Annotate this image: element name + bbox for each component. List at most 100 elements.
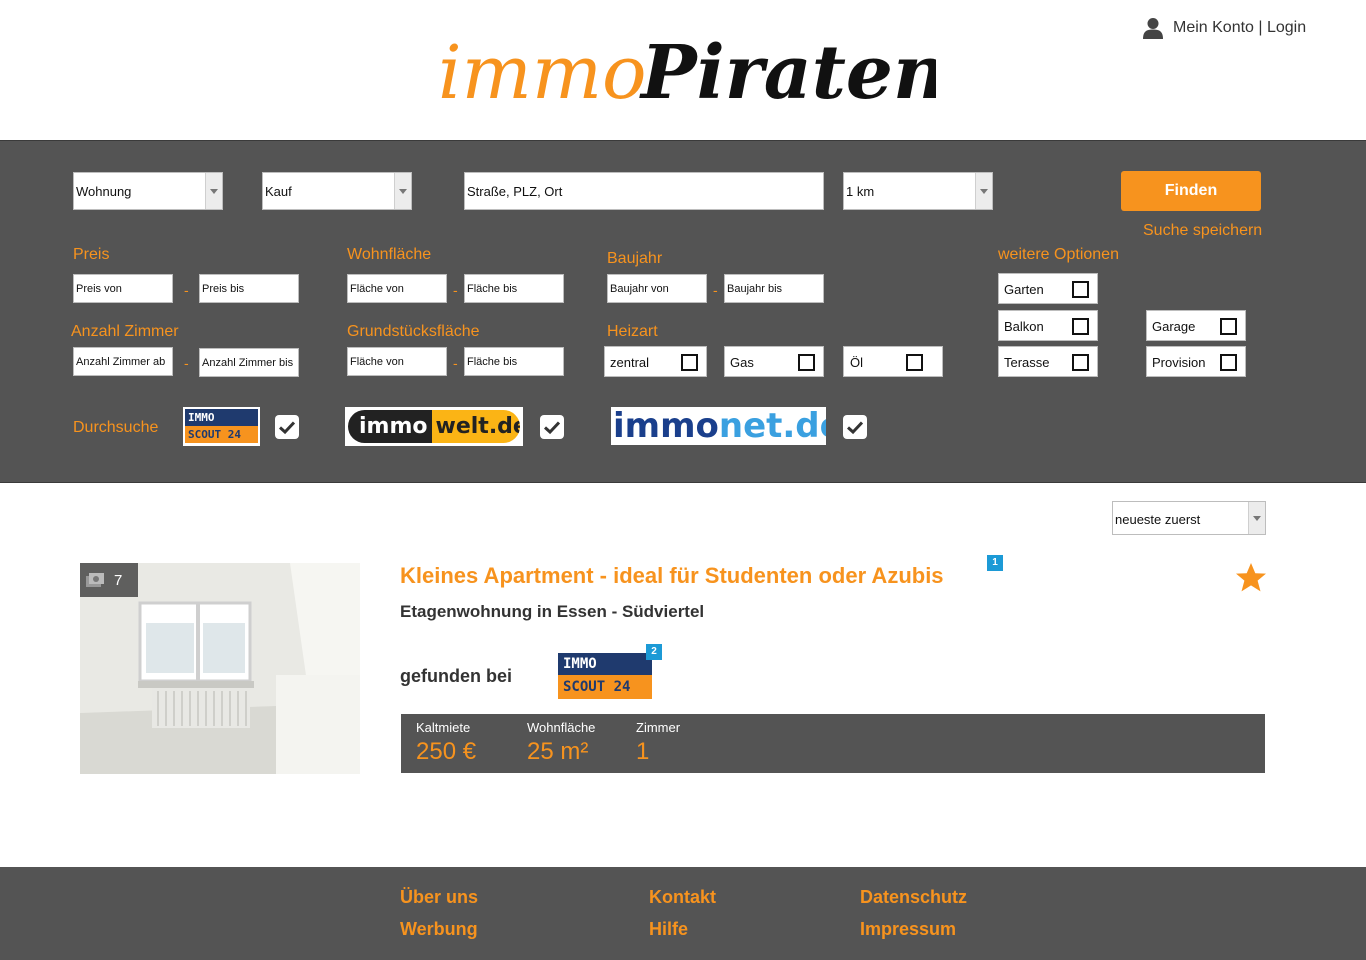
living-area-to-input[interactable]: Fläche bis [464,274,564,303]
build-year-from-input[interactable]: Baujahr von [607,274,707,303]
property-type-select[interactable]: Wohnung [73,172,223,210]
source-logo-top: IMMO [558,653,652,675]
price-to-input[interactable]: Preis bis [199,274,299,303]
location-placeholder: Straße, PLZ, Ort [467,184,563,199]
option-label: Terasse [1004,355,1050,370]
immopiraten-logo[interactable]: immo Piraten [436,22,936,122]
photo-count-badge: 7 [80,563,138,597]
immoscout24-logo: IMMO SCOUT 24 [183,407,260,446]
footer-link-imprint[interactable]: Impressum [860,919,956,940]
checkbox[interactable] [1072,354,1089,371]
price-from-input[interactable]: Preis von [73,274,173,303]
svg-text:Piraten: Piraten [639,30,936,116]
footer: Über uns Werbung Kontakt Hilfe Datenschu… [0,867,1366,960]
option-garage[interactable]: Garage [1146,310,1246,341]
living-area-from-input[interactable]: Fläche von [347,274,447,303]
option-label: Garten [1004,282,1044,297]
option-commission[interactable]: Provision [1146,346,1246,377]
stat-label: Wohnfläche [527,720,596,735]
save-search-link[interactable]: Suche speichern [1143,222,1262,240]
chevron-down-icon [205,173,222,209]
immowelt-checkbox[interactable] [540,415,564,439]
checkbox[interactable] [1220,318,1237,335]
footer-link-help[interactable]: Hilfe [649,919,688,940]
immonet-logo: immonet.de [611,407,826,445]
footer-link-advertising[interactable]: Werbung [400,919,478,940]
heating-option-oil[interactable]: Öl [843,346,943,377]
account-label: Mein Konto | Login [1173,19,1307,36]
price-label: Preis [73,246,110,263]
option-balcony[interactable]: Balkon [998,310,1098,341]
price-dash: - [184,282,189,298]
immonet-logo-part1: immo [613,407,719,445]
checkbox[interactable] [906,354,923,371]
source-immoscout24-logo[interactable]: IMMO SCOUT 24 [558,653,652,699]
radius-value: 1 km [846,184,875,199]
immonet-logo-part2: net.de [718,407,826,445]
stat-rent: Kaltmiete 250 € [416,720,476,766]
checkbox[interactable] [798,354,815,371]
photos-icon [86,573,104,587]
immoscout-checkbox[interactable] [275,415,299,439]
footer-link-about[interactable]: Über uns [400,887,478,908]
listing-subtitle: Etagenwohnung in Essen - Südviertel [400,602,705,621]
sort-select[interactable]: neueste zuerst [1112,501,1266,535]
source-badge: 2 [646,644,662,660]
radius-select[interactable]: 1 km [843,172,993,210]
living-area-dash: - [453,282,458,298]
sort-value: neueste zuerst [1115,512,1201,527]
property-type-value: Wohnung [76,184,132,199]
build-year-to-input[interactable]: Baujahr bis [724,274,824,303]
photo-count: 7 [114,571,123,589]
immowelt-logo-part1: immo [348,410,432,443]
checkbox[interactable] [681,354,698,371]
build-year-label: Baujahr [607,250,663,267]
chevron-down-icon [394,173,411,209]
immoscout-logo-bottom: SCOUT 24 [185,426,258,443]
stat-rooms: Zimmer 1 [636,720,680,766]
build-year-dash: - [713,282,718,298]
favorite-star-icon[interactable] [1234,561,1268,595]
more-options-label: weitere Optionen [998,246,1119,263]
option-terrace[interactable]: Terasse [998,346,1098,377]
listing-title[interactable]: Kleines Apartment - ideal für Studenten … [400,563,944,589]
immowelt-logo: immo welt.de [345,407,523,446]
stat-value: 250 € [416,738,477,765]
svg-text:immo: immo [438,30,647,116]
stat-value: 25 m² [527,738,589,765]
listing-photo[interactable]: 7 [80,563,360,774]
footer-link-privacy[interactable]: Datenschutz [860,887,967,908]
find-button[interactable]: Finden [1121,171,1261,211]
offer-type-select[interactable]: Kauf [262,172,412,210]
location-input[interactable]: Straße, PLZ, Ort [464,172,824,210]
account-link[interactable]: Mein Konto | Login [1142,17,1306,39]
rooms-label: Anzahl Zimmer [71,323,179,340]
option-label: Garage [1152,319,1196,334]
heating-option-gas[interactable]: Gas [724,346,824,377]
stat-living-area: Wohnfläche 25 m² [527,720,595,766]
checkbox[interactable] [1072,281,1089,298]
heating-option-label: zentral [610,355,650,370]
footer-link-contact[interactable]: Kontakt [649,887,716,908]
immonet-checkbox[interactable] [843,415,867,439]
heating-option-zentral[interactable]: zentral [604,346,707,377]
immowelt-logo-part2: welt.de [431,410,520,443]
rooms-to-input[interactable]: Anzahl Zimmer bis [199,348,299,377]
header: immo Piraten Mein Konto | Login [0,0,1366,140]
plot-area-from-input[interactable]: Fläche von [347,347,447,376]
rooms-from-input[interactable]: Anzahl Zimmer ab [73,347,173,376]
source-logo-bottom: SCOUT 24 [558,675,652,699]
portals-label: Durchsuche [73,419,159,436]
plot-area-label: Grundstücksfläche [347,323,480,340]
search-panel: Wohnung Kauf Straße, PLZ, Ort 1 km Finde… [0,140,1366,483]
checkbox[interactable] [1072,318,1089,335]
immoscout-logo-top: IMMO [185,409,258,426]
listing-stats-bar: Kaltmiete 250 € Wohnfläche 25 m² Zimmer … [401,714,1265,773]
option-garden[interactable]: Garten [998,273,1098,304]
offer-type-value: Kauf [265,184,292,199]
chevron-down-icon [1248,502,1265,534]
plot-area-to-input[interactable]: Fläche bis [464,347,564,376]
found-at-label: gefunden bei [400,666,512,686]
checkbox[interactable] [1220,354,1237,371]
plot-area-dash: - [453,355,458,371]
